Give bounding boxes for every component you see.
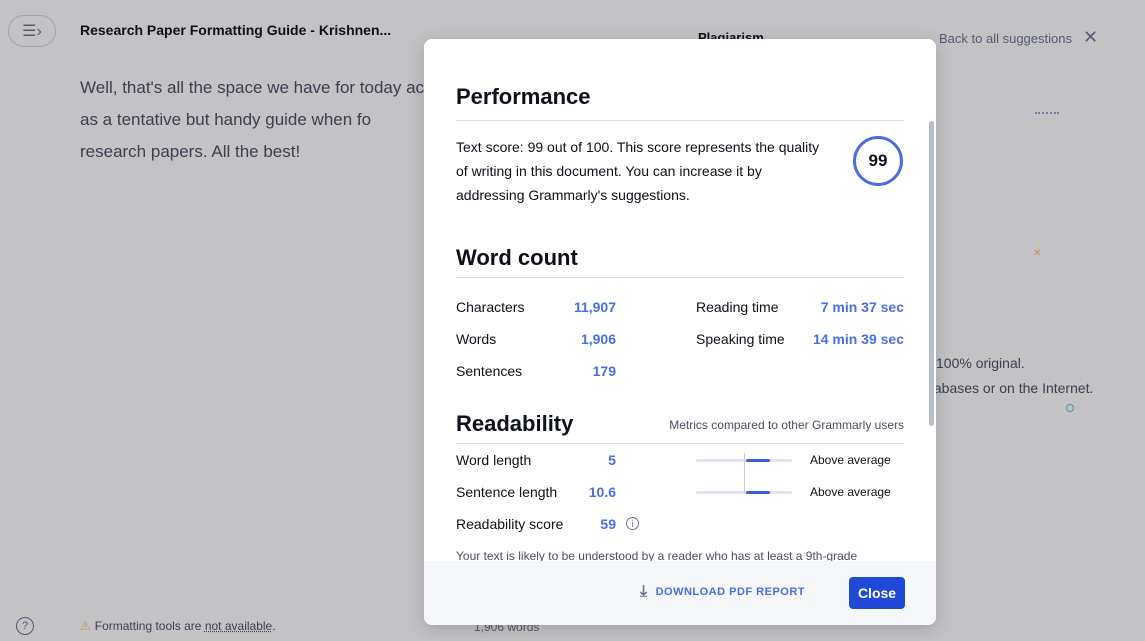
word-length-bar-fill [745,459,770,462]
words-value: 1,906 [580,331,616,347]
info-icon[interactable]: i [626,517,639,530]
reading-time-label: Reading time [696,299,779,315]
speaking-time-label: Speaking time [696,331,785,347]
modal-scrollbar[interactable] [929,121,934,426]
score-badge: 99 [853,136,903,186]
sentence-length-bar-fill [745,491,770,494]
readability-score-label: Readability score [456,516,564,532]
word-count-title: Word count [456,245,578,270]
average-marker [744,453,745,493]
modal-body: Performance Text score: 99 out of 100. T… [424,39,936,561]
readability-score-value: 59 [600,516,616,532]
speaking-time-value: 14 min 39 sec [812,331,904,347]
words-label: Words [456,331,497,347]
divider [456,277,904,278]
divider [456,120,904,121]
readability-title: Readability [456,411,574,436]
download-label: DOWNLOAD PDF REPORT [655,586,806,598]
sentence-length-label: Sentence length [456,484,558,500]
sentences-value: 179 [592,363,616,379]
sentence-length-rating: Above average [810,485,891,499]
performance-title: Performance [456,84,591,109]
word-length-value: 5 [608,452,616,468]
download-pdf-button[interactable]: ⤓ DOWNLOAD PDF REPORT [640,583,805,601]
download-icon: ⤓ [640,583,648,600]
characters-value: 11,907 [573,299,616,315]
performance-text: Text score: 99 out of 100. This score re… [456,139,820,203]
sentences-label: Sentences [456,363,523,379]
readability-note: Metrics compared to other Grammarly user… [669,418,904,432]
divider [456,443,904,444]
word-length-label: Word length [456,452,532,468]
characters-label: Characters [456,299,525,315]
reading-time-value: 7 min 37 sec [820,299,904,315]
readability-footnote: Your text is likely to be understood by … [456,549,858,561]
close-button[interactable]: Close [849,577,905,609]
modal-footer: ⤓ DOWNLOAD PDF REPORT Close [424,561,936,625]
word-length-rating: Above average [810,453,891,467]
performance-modal: Performance Text score: 99 out of 100. T… [424,39,936,625]
sentence-length-value: 10.6 [588,484,616,500]
